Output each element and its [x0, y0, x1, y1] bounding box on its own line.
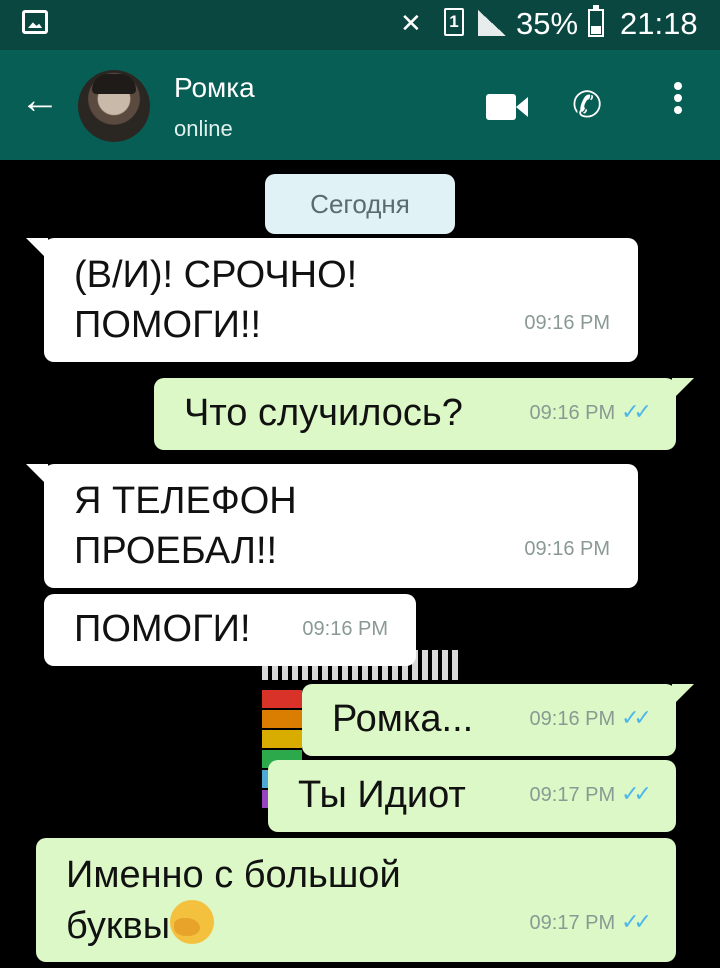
message-bubble-incoming[interactable]: Я ТЕЛЕФОН ПРОЕБАЛ!! 09:16 PM — [26, 464, 638, 588]
message-time: 09:16 PM — [302, 618, 388, 640]
battery-percent: 35% — [516, 6, 579, 41]
sim-icon: 1 — [444, 8, 464, 36]
status-bar: ✕ 1 35% 21:18 — [0, 0, 720, 50]
video-call-icon[interactable] — [486, 94, 528, 120]
message-text-line: ПОМОГИ!! — [74, 304, 262, 346]
back-arrow-icon[interactable]: ← — [20, 80, 60, 120]
message-text-line: Именно с большой — [66, 854, 401, 896]
date-chip: Сегодня — [265, 174, 455, 234]
contact-status: online — [174, 116, 233, 141]
message-text-line: (В/И)! СРОЧНО! — [74, 254, 358, 296]
facepalm-emoji-icon — [170, 900, 215, 944]
battery-icon — [588, 5, 604, 37]
mute-icon: ✕ — [400, 8, 422, 38]
double-check-icon: ✓✓ — [621, 399, 652, 424]
message-bubble-outgoing[interactable]: Именно с большой буквы 09:17 PM ✓✓ — [36, 838, 676, 962]
more-options-icon[interactable] — [670, 82, 686, 118]
message-text-line: Ромка... — [332, 698, 474, 740]
message-bubble-outgoing[interactable]: Что случилось? 09:16 PM ✓✓ — [154, 378, 694, 450]
clock: 21:18 — [620, 6, 698, 41]
message-time: 09:16 PM — [524, 312, 610, 334]
contact-name[interactable]: Ромка — [174, 72, 255, 104]
message-time: 09:16 PM — [524, 538, 610, 560]
message-text-line: ПРОЕБАЛ!! — [74, 530, 278, 572]
message-text-line: Я ТЕЛЕФОН — [74, 480, 297, 522]
double-check-icon: ✓✓ — [621, 781, 652, 806]
message-bubble-outgoing[interactable]: Ромка... 09:16 PM ✓✓ — [302, 684, 694, 756]
double-check-icon: ✓✓ — [621, 909, 652, 934]
chat-header: ← Ромка online ✆ — [0, 50, 720, 160]
phone-icon[interactable]: ✆ — [572, 84, 602, 126]
signal-icon — [478, 10, 506, 36]
gallery-notification-icon — [22, 10, 48, 34]
message-bubble-incoming[interactable]: ПОМОГИ! 09:16 PM — [44, 594, 416, 666]
message-time: 09:17 PM — [529, 784, 616, 806]
message-time: 09:16 PM — [529, 402, 616, 424]
message-text-line: Ты Идиот — [298, 774, 466, 816]
message-time: 09:16 PM — [529, 708, 616, 730]
double-check-icon: ✓✓ — [621, 705, 652, 730]
message-time: 09:17 PM — [529, 912, 616, 934]
message-text-line: ПОМОГИ! — [74, 608, 251, 650]
avatar[interactable] — [78, 70, 150, 142]
message-bubble-outgoing[interactable]: Ты Идиот 09:17 PM ✓✓ — [268, 760, 676, 832]
chat-area[interactable]: Сегодня (В/И)! СРОЧНО! ПОМОГИ!! 09:16 PM… — [0, 160, 720, 968]
message-bubble-incoming[interactable]: (В/И)! СРОЧНО! ПОМОГИ!! 09:16 PM — [26, 238, 638, 362]
message-text-line: буквы — [66, 905, 171, 947]
message-text-line: Что случилось? — [184, 392, 463, 434]
